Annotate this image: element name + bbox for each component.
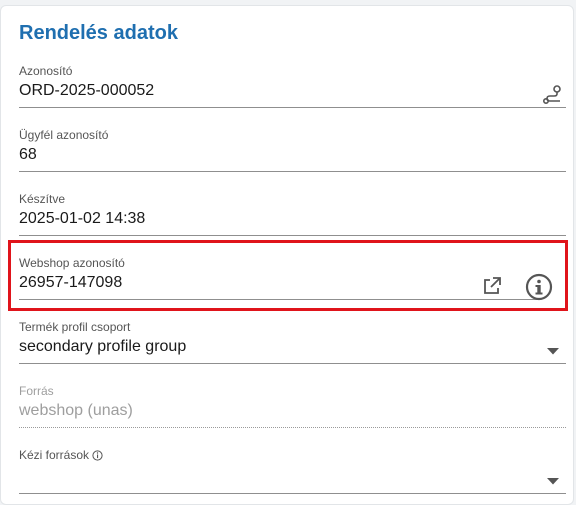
source-field: Forrás webshop (unas) — [19, 384, 566, 428]
caret-down-icon[interactable] — [547, 478, 559, 485]
order-id-field[interactable]: Azonosító ORD-2025-000052 — [19, 64, 566, 108]
created-at-field[interactable]: Készítve 2025-01-02 14:38 — [19, 192, 566, 236]
manual-sources-label: Kézi források — [19, 448, 90, 462]
source-label: Forrás — [19, 384, 54, 398]
info-circle-icon[interactable] — [525, 273, 553, 301]
manual-sources-select[interactable]: Kézi források — [19, 448, 566, 494]
source-value: webshop (unas) — [19, 402, 133, 419]
created-at-value: 2025-01-02 14:38 — [19, 210, 146, 227]
product-profile-group-label: Termék profil csoport — [19, 320, 131, 334]
webshop-id-field[interactable]: Webshop azonosító 26957-147098 — [19, 256, 539, 300]
product-profile-group-value: secondary profile group — [19, 338, 187, 355]
order-details-card: Rendelés adatok Azonosító ORD-2025-00005… — [0, 5, 574, 505]
created-at-label: Készítve — [19, 192, 66, 206]
info-icon[interactable] — [92, 449, 103, 461]
customer-id-label: Ügyfél azonosító — [19, 128, 109, 142]
external-link-icon[interactable] — [481, 275, 503, 297]
webshop-id-value: 26957-147098 — [19, 274, 123, 291]
caret-down-icon[interactable] — [547, 348, 559, 355]
product-profile-group-select[interactable]: Termék profil csoport secondary profile … — [19, 320, 566, 364]
order-id-label: Azonosító — [19, 64, 73, 78]
route-icon[interactable] — [542, 85, 562, 105]
card-title: Rendelés adatok — [19, 22, 178, 44]
webshop-id-label: Webshop azonosító — [19, 256, 125, 270]
customer-id-field[interactable]: Ügyfél azonosító 68 — [19, 128, 566, 172]
customer-id-value: 68 — [19, 146, 37, 163]
manual-sources-label-wrap: Kézi források — [19, 448, 103, 462]
order-id-value: ORD-2025-000052 — [19, 82, 155, 99]
